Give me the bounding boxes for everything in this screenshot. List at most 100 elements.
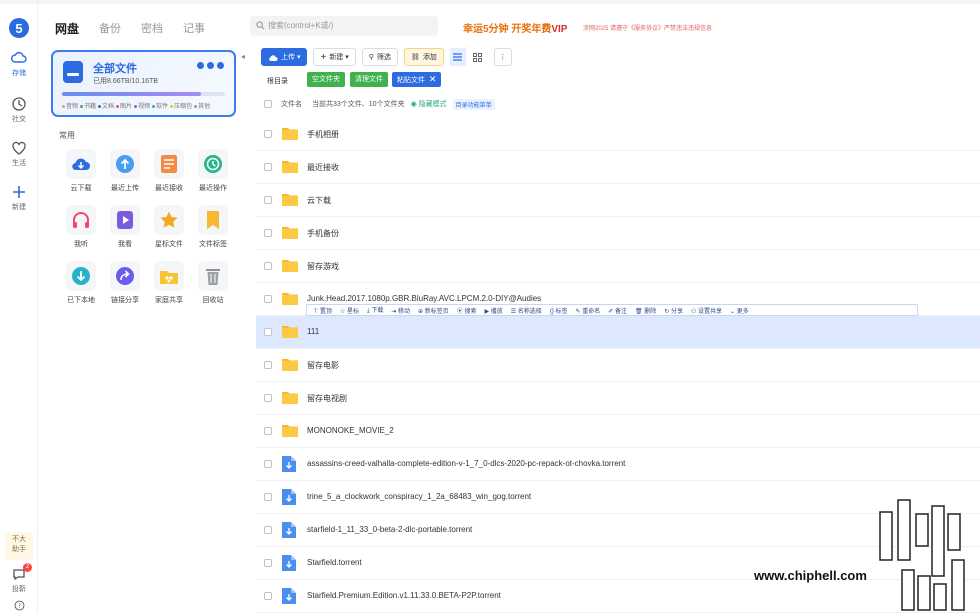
shortcut-upload[interactable]: 最近上传	[103, 149, 147, 197]
row-action-5[interactable]: ⦿ 搜索	[457, 306, 477, 315]
row-checkbox[interactable]	[264, 361, 272, 369]
tab-notes[interactable]: 记事	[183, 20, 205, 37]
shortcut-headphones[interactable]: 我听	[59, 205, 103, 253]
shortcut-trash[interactable]: 回收站	[191, 261, 235, 309]
row-action-7[interactable]: ☰ 名称选择	[511, 306, 542, 315]
file-name[interactable]: MONONOKE_MOVIE_2	[307, 426, 394, 435]
new-button[interactable]: + 新建 ▾	[313, 48, 356, 66]
row-checkbox[interactable]	[264, 295, 272, 303]
file-name[interactable]: 云下载	[307, 195, 331, 206]
row-checkbox[interactable]	[264, 262, 272, 270]
file-row[interactable]: 111 ⊤ 置顶 ☆ 星标 ⤓ 下载 ⇥ 移动 ⊕ 新标签页 ⦿ 搜索 ▶ 播放 ☰ 名称选择 {…	[256, 304, 980, 349]
shortcut-play[interactable]: 我看	[103, 205, 147, 253]
file-row[interactable]: 手机备份	[256, 217, 980, 250]
shortcut-history[interactable]: 最近操作	[191, 149, 235, 197]
shortcut-star[interactable]: 星标文件	[147, 205, 191, 253]
row-checkbox[interactable]	[264, 559, 272, 567]
row-action-11[interactable]: 🗑 删除	[635, 306, 656, 315]
row-action-3[interactable]: ⇥ 移动	[391, 306, 410, 315]
rail-item-life[interactable]: 生活	[0, 140, 38, 168]
file-row[interactable]: assassins-creed-valhalla-complete-editio…	[256, 448, 980, 481]
file-name[interactable]: 111	[307, 327, 319, 336]
row-action-8[interactable]: {} 标签	[550, 306, 568, 315]
help-button[interactable]: ?	[0, 600, 38, 613]
file-row[interactable]: 手机相册	[256, 118, 980, 151]
row-checkbox[interactable]	[264, 394, 272, 402]
tab-drive[interactable]: 网盘	[55, 20, 79, 37]
file-row[interactable]: 留存游戏	[256, 250, 980, 283]
row-action-6[interactable]: ▶ 播放	[484, 306, 502, 315]
file-name[interactable]: Starfield.torrent	[307, 558, 362, 567]
row-checkbox[interactable]	[264, 328, 272, 336]
shortcut-family[interactable]: 家庭共享	[147, 261, 191, 309]
file-name[interactable]: 留存游戏	[307, 261, 339, 272]
paste-files-chip[interactable]: 粘贴文件 ✕	[392, 72, 442, 87]
row-checkbox[interactable]	[264, 229, 272, 237]
row-checkbox[interactable]	[264, 460, 272, 468]
tab-backup[interactable]: 备份	[99, 20, 121, 37]
file-name[interactable]: 最近接收	[307, 162, 339, 173]
row-action-12[interactable]: ↻ 分享	[664, 306, 683, 315]
headphones-icon	[66, 205, 96, 235]
shortcut-bookmark[interactable]: 文件标签	[191, 205, 235, 253]
file-row[interactable]: 最近接收	[256, 151, 980, 184]
shortcut-inbox[interactable]: 最近接收	[147, 149, 191, 197]
file-name[interactable]: trine_5_a_clockwork_conspiracy_1_2a_6848…	[307, 492, 531, 501]
file-row[interactable]: 留存电影	[256, 349, 980, 382]
close-icon[interactable]: ✕	[429, 74, 437, 84]
file-row[interactable]: 云下载	[256, 184, 980, 217]
row-checkbox[interactable]	[264, 526, 272, 534]
file-name[interactable]: Junk.Head.2017.1080p.GBR.BluRay.AVC.LPCM…	[307, 294, 541, 303]
promo-banner[interactable]: 幸运5分钟 开奖年费VIP	[463, 20, 567, 35]
hidden-mode-toggle[interactable]: ◉ 隐藏模式	[411, 99, 447, 109]
more-options-icon[interactable]: ⋮	[493, 48, 512, 66]
shortcut-share[interactable]: 链接分享	[103, 261, 147, 309]
row-checkbox[interactable]	[264, 196, 272, 204]
name-column-header[interactable]: 文件名	[281, 99, 302, 109]
file-name[interactable]: 手机备份	[307, 228, 339, 239]
row-checkbox[interactable]	[264, 163, 272, 171]
grid-view-icon[interactable]	[470, 48, 486, 66]
filter-button[interactable]: ⚲ 筛选	[361, 48, 398, 66]
row-action-4[interactable]: ⊕ 新标签页	[418, 306, 449, 315]
file-row[interactable]: 留存电视剧	[256, 382, 980, 415]
row-action-9[interactable]: ✎ 重命名	[576, 306, 601, 315]
rail-item-social[interactable]: 社交	[0, 96, 38, 124]
directory-menu-button[interactable]: 目录功能菜单	[452, 98, 495, 110]
more-dots-icon[interactable]	[197, 62, 224, 69]
file-name[interactable]: starfield-1_11_33_0-beta-2-dlc-portable.…	[307, 525, 472, 534]
shortcut-download[interactable]: 已下本地	[59, 261, 103, 309]
list-view-icon[interactable]	[449, 48, 466, 66]
feedback-button[interactable]: 2 投靳	[0, 563, 38, 594]
shortcut-cloud-download[interactable]: 云下载	[59, 149, 103, 197]
empty-folder-chip[interactable]: 空文件夹	[307, 72, 345, 87]
file-name[interactable]: 留存电影	[307, 360, 339, 371]
search-input[interactable]: 搜索(control+K或/)	[250, 16, 438, 36]
file-name[interactable]: 留存电视剧	[307, 393, 347, 404]
row-action-14[interactable]: ⌄ 更多	[730, 306, 749, 315]
upload-button[interactable]: 上传 ▾	[261, 48, 308, 66]
row-action-1[interactable]: ☆ 星标	[340, 306, 359, 315]
tab-vault[interactable]: 密档	[141, 20, 163, 37]
all-files-card[interactable]: 全部文件 已用8.66TB/10.16TB 音频 书籍 文档 图片 视频 软件 压缩包 其他	[51, 50, 236, 117]
add-button[interactable]: ⛓ 添加	[403, 48, 444, 66]
breadcrumb[interactable]: 根目录	[267, 76, 288, 86]
rail-item-new[interactable]: 新建	[0, 184, 38, 212]
row-checkbox[interactable]	[264, 130, 272, 138]
rail-item-storage[interactable]: 存储	[0, 50, 38, 78]
file-name[interactable]: 手机相册	[307, 129, 339, 140]
row-action-0[interactable]: ⊤ 置顶	[313, 306, 332, 315]
file-name[interactable]: Starfield.Premium.Edition.v1.11.33.0.BET…	[307, 591, 501, 600]
row-checkbox[interactable]	[264, 427, 272, 435]
row-checkbox[interactable]	[264, 493, 272, 501]
collapse-panel-icon[interactable]: ◂	[241, 52, 248, 62]
row-checkbox[interactable]	[264, 592, 272, 600]
clean-files-chip[interactable]: 清理文件	[350, 72, 388, 87]
row-action-10[interactable]: ✐ 备注	[608, 306, 627, 315]
row-action-13[interactable]: ⚇ 设置共享	[691, 306, 722, 315]
row-action-2[interactable]: ⤓ 下载	[367, 305, 383, 315]
file-name[interactable]: assassins-creed-valhalla-complete-editio…	[307, 459, 625, 468]
assistant-button[interactable]: 不大 助手	[5, 532, 33, 560]
select-all-checkbox[interactable]	[264, 100, 272, 108]
file-row[interactable]: MONONOKE_MOVIE_2	[256, 415, 980, 448]
